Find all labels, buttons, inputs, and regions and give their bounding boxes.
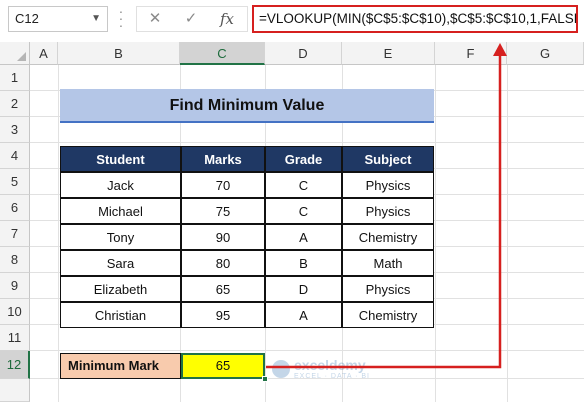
arrowhead-icon (493, 43, 507, 56)
callout-arrow (266, 43, 507, 369)
callout-line (266, 54, 502, 369)
